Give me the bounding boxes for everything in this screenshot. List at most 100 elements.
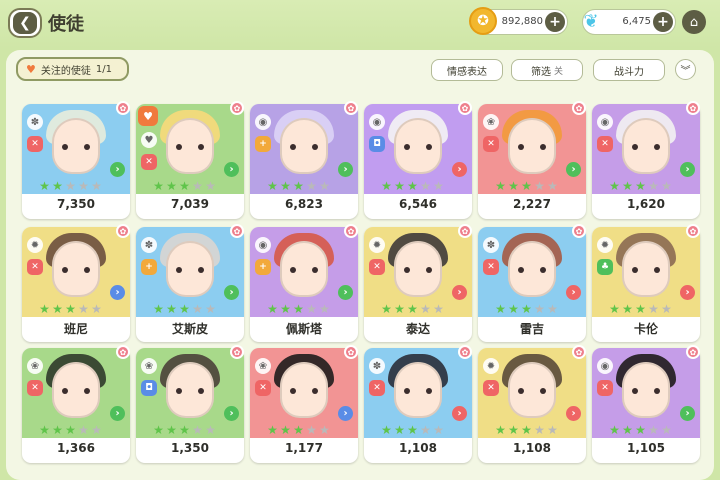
star-rating: ★ ★ ★ ★ ★ — [494, 303, 559, 315]
star-icon: ★ — [65, 179, 76, 193]
flower-badge-icon: ✿ — [230, 345, 244, 359]
flower-badge-icon: ✿ — [572, 224, 586, 238]
star-icon: ★ — [91, 179, 102, 193]
class-icon: ✕ — [483, 136, 499, 152]
apostle-card[interactable]: ✹ ✕ › ★ ★ ★ ★ ★ 1,108 — [478, 348, 586, 463]
star-icon: ★ — [521, 302, 532, 316]
chevron-right-icon: › — [452, 285, 467, 300]
favorite-filter-button[interactable]: ♥ 关注的使徒 1/1 — [16, 57, 129, 81]
apostle-card[interactable]: ✽ ✕ › ★ ★ ★ ★ ★ 1,108 — [364, 348, 472, 463]
filter-button[interactable]: 筛选 关 — [511, 59, 583, 81]
apostle-card[interactable]: ✽ ✕ › ★ ★ ★ ★ ★ 雷吉 — [478, 227, 586, 342]
portrait-eyes — [632, 267, 660, 273]
heart-icon: ♥ — [26, 62, 36, 76]
element-icon: ◉ — [597, 114, 613, 130]
flower-badge-icon: ✿ — [230, 224, 244, 238]
star-icon: ★ — [521, 179, 532, 193]
star-icon: ★ — [547, 302, 558, 316]
apostle-label: 7,039 — [171, 197, 209, 211]
apostle-card[interactable]: ❀ ✕ › ★ ★ ★ ★ ★ 2,227 — [478, 104, 586, 219]
apostle-card[interactable]: ◉ ✕ › ★ ★ ★ ★ ★ 1,105 — [592, 348, 700, 463]
star-icon: ★ — [306, 179, 317, 193]
apostle-card[interactable]: ◉ + › ★ ★ ★ ★ ★ 6,823 — [250, 104, 358, 219]
home-button[interactable]: ⌂ — [682, 10, 706, 34]
star-rating: ★ ★ ★ ★ ★ — [380, 303, 445, 315]
star-icon: ★ — [508, 179, 519, 193]
star-rating: ★ ★ ★ ★ ★ — [494, 180, 559, 192]
page-title: 使徒 — [48, 14, 84, 35]
apostle-card[interactable]: ♥ ♥ ✕ › ★ ★ ★ ★ ★ 7,039 — [136, 104, 244, 219]
emotion-button[interactable]: 情感表达 — [431, 59, 503, 81]
star-rating: ★ ★ ★ ★ ★ — [152, 303, 217, 315]
chevron-right-icon: › — [566, 406, 581, 421]
star-icon: ★ — [661, 179, 672, 193]
star-icon: ★ — [495, 302, 506, 316]
star-icon: ★ — [179, 302, 190, 316]
portrait-eyes — [518, 144, 546, 150]
star-icon: ★ — [394, 179, 405, 193]
sort-button[interactable]: 战斗力 — [593, 59, 665, 81]
portrait-eyes — [632, 388, 660, 394]
butterfly-icon: ❦ — [583, 10, 599, 32]
flower-badge-icon: ✿ — [344, 345, 358, 359]
apostle-card[interactable]: ✹ ♣ › ★ ★ ★ ★ ★ 卡伦 — [592, 227, 700, 342]
portrait-eyes — [404, 267, 432, 273]
star-rating: ★ ★ ★ ★ ★ — [38, 303, 103, 315]
portrait-eyes — [404, 144, 432, 150]
add-gold-button[interactable]: + — [545, 12, 565, 32]
element-icon: ❀ — [27, 358, 43, 374]
element-icon: ◉ — [255, 114, 271, 130]
apostle-card[interactable]: ◉ ◘ › ★ ★ ★ ★ ★ 6,546 — [364, 104, 472, 219]
gold-currency: ✪ 892,880 + — [469, 7, 568, 35]
apostle-card[interactable]: ❀ ✕ › ★ ★ ★ ★ ★ 1,366 — [22, 348, 130, 463]
apostle-card[interactable]: ✽ + › ★ ★ ★ ★ ★ 艾斯皮 — [136, 227, 244, 342]
flower-badge-icon: ✿ — [458, 101, 472, 115]
element-icon: ✹ — [369, 237, 385, 253]
star-icon: ★ — [433, 423, 444, 437]
element-icon: ◉ — [597, 358, 613, 374]
class-icon: ✕ — [141, 154, 157, 170]
element-icon: ❀ — [483, 114, 499, 130]
apostle-card[interactable]: ✹ ✕ › ★ ★ ★ ★ ★ 泰达 — [364, 227, 472, 342]
chevron-right-icon: › — [680, 285, 695, 300]
apostle-label: 6,546 — [399, 197, 437, 211]
element-icon: ✽ — [141, 237, 157, 253]
class-icon: ✕ — [483, 380, 499, 396]
chevron-right-icon: › — [224, 162, 239, 177]
star-icon: ★ — [622, 302, 633, 316]
star-icon: ★ — [547, 423, 558, 437]
portrait-eyes — [62, 144, 90, 150]
apostle-card[interactable]: ✽ ✕ › ★ ★ ★ ★ ★ 7,350 — [22, 104, 130, 219]
star-icon: ★ — [521, 423, 532, 437]
apostle-card[interactable]: ◉ + › ★ ★ ★ ★ ★ 佩斯塔 — [250, 227, 358, 342]
flower-badge-icon: ✿ — [572, 101, 586, 115]
apostle-label: 艾斯皮 — [171, 322, 208, 336]
flower-badge-icon: ✿ — [344, 101, 358, 115]
flower-badge-icon: ✿ — [116, 345, 130, 359]
star-icon: ★ — [420, 179, 431, 193]
collapse-button[interactable]: ︾ — [675, 59, 696, 80]
apostle-card[interactable]: ✹ ✕ › ★ ★ ★ ★ ★ 班尼 — [22, 227, 130, 342]
gold-value: 892,880 — [501, 16, 543, 27]
star-rating: ★ ★ ★ ★ ★ — [152, 424, 217, 436]
star-icon: ★ — [192, 423, 203, 437]
apostle-card[interactable]: ❀ ✕ › ★ ★ ★ ★ ★ 1,177 — [250, 348, 358, 463]
flower-badge-icon: ✿ — [458, 224, 472, 238]
apostle-card[interactable]: ❀ ◘ › ★ ★ ★ ★ ★ 1,350 — [136, 348, 244, 463]
star-icon: ★ — [420, 423, 431, 437]
back-button[interactable]: ❮ — [8, 8, 42, 38]
star-rating: ★ ★ ★ ★ ★ — [380, 424, 445, 436]
chevron-right-icon: › — [452, 406, 467, 421]
flower-badge-icon: ✿ — [572, 345, 586, 359]
add-butterfly-button[interactable]: + — [653, 12, 673, 32]
star-icon: ★ — [648, 423, 659, 437]
apostle-card[interactable]: ◉ ✕ › ★ ★ ★ ★ ★ 1,620 — [592, 104, 700, 219]
apostle-label: 泰达 — [405, 322, 430, 336]
flower-badge-icon: ✿ — [686, 101, 700, 115]
apostle-label: 1,105 — [627, 441, 665, 455]
star-icon: ★ — [267, 179, 278, 193]
star-icon: ★ — [267, 423, 278, 437]
star-icon: ★ — [306, 423, 317, 437]
star-icon: ★ — [433, 179, 444, 193]
chevron-right-icon: › — [110, 162, 125, 177]
